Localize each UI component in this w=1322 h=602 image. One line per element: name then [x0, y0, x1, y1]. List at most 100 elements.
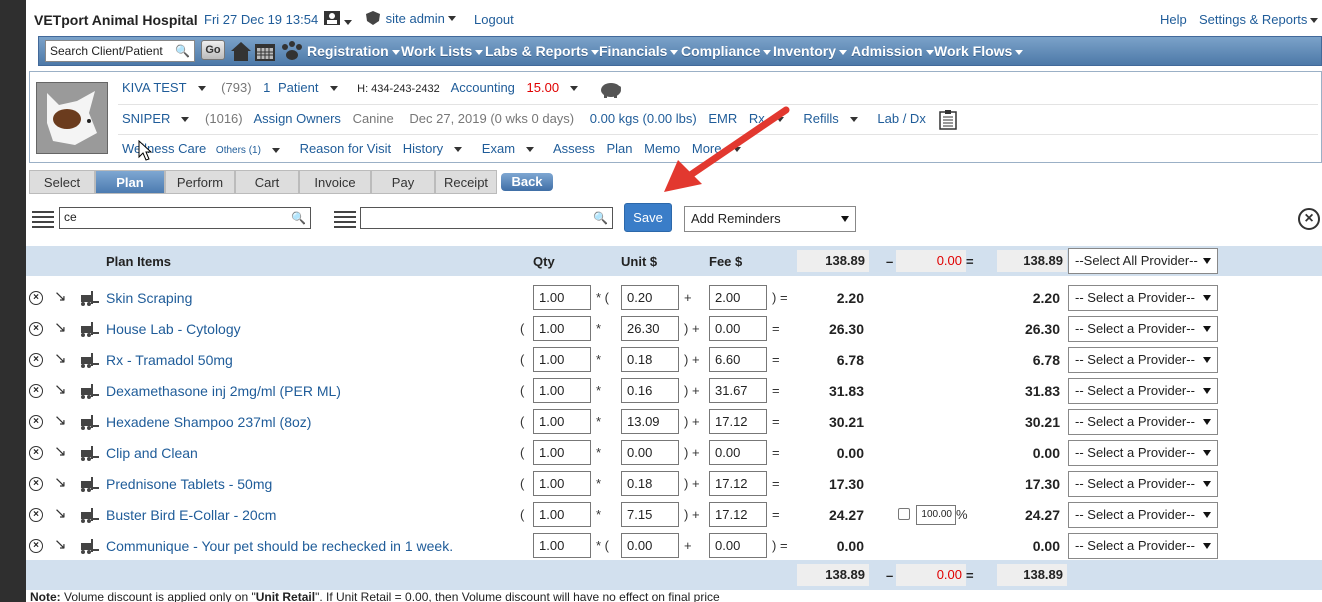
emr-link[interactable]: EMR: [708, 111, 737, 126]
search-icon[interactable]: 🔍: [593, 211, 608, 225]
qty-input[interactable]: 1.00: [533, 502, 591, 527]
arrow-down-right-icon[interactable]: ↘: [54, 444, 67, 460]
client-name-link[interactable]: KIVA TEST: [122, 80, 214, 95]
rx-menu[interactable]: Rx: [749, 111, 792, 126]
forklift-icon[interactable]: [80, 507, 100, 523]
arrow-down-right-icon[interactable]: ↘: [54, 413, 67, 429]
piggy-bank-icon[interactable]: [598, 80, 624, 98]
arrow-down-right-icon[interactable]: ↘: [54, 351, 67, 367]
add-reminders-select[interactable]: Add Reminders: [684, 206, 856, 232]
qty-input[interactable]: 1.00: [533, 316, 591, 341]
unit-price-input[interactable]: 26.30: [621, 316, 679, 341]
back-button[interactable]: Back: [501, 173, 553, 191]
fee-input[interactable]: 17.12: [709, 502, 767, 527]
remove-item-icon[interactable]: ×: [29, 322, 43, 336]
nav-compliance[interactable]: Compliance: [681, 43, 772, 59]
unit-price-input[interactable]: 0.18: [621, 347, 679, 372]
client-search-input[interactable]: Search Client/Patient 🔍: [45, 40, 195, 62]
forklift-icon[interactable]: [80, 290, 100, 306]
logout-link[interactable]: Logout: [474, 12, 514, 27]
forklift-icon[interactable]: [80, 476, 100, 492]
plan-item-name[interactable]: Prednisone Tablets - 50mg: [106, 476, 272, 492]
save-button[interactable]: Save: [624, 203, 672, 232]
qty-input[interactable]: 1.00: [533, 347, 591, 372]
step-select[interactable]: Select: [29, 170, 95, 194]
nav-work-flows[interactable]: Work Flows: [934, 43, 1024, 59]
unit-price-input[interactable]: 0.00: [621, 440, 679, 465]
fee-input[interactable]: 0.00: [709, 316, 767, 341]
step-perform[interactable]: Perform: [165, 170, 235, 194]
site-admin-menu[interactable]: site admin: [364, 10, 456, 29]
secondary-search-input[interactable]: 🔍: [360, 207, 613, 229]
arrow-down-right-icon[interactable]: ↘: [54, 506, 67, 522]
select-provider[interactable]: -- Select a Provider--: [1068, 347, 1218, 373]
fee-input[interactable]: 17.12: [709, 409, 767, 434]
fee-input[interactable]: 6.60: [709, 347, 767, 372]
clipboard-icon[interactable]: [937, 109, 959, 130]
nav-admission[interactable]: Admission: [851, 43, 934, 59]
select-provider[interactable]: -- Select a Provider--: [1068, 378, 1218, 404]
close-icon[interactable]: ×: [1298, 208, 1320, 230]
select-all-provider[interactable]: --Select All Provider--: [1068, 248, 1218, 274]
paw-icon[interactable]: [282, 41, 302, 60]
select-provider[interactable]: -- Select a Provider--: [1068, 471, 1218, 497]
forklift-icon[interactable]: [80, 383, 100, 399]
user-menu[interactable]: [323, 10, 352, 29]
unit-price-input[interactable]: 0.20: [621, 285, 679, 310]
help-link[interactable]: Help: [1160, 12, 1187, 27]
remove-item-icon[interactable]: ×: [29, 446, 43, 460]
remove-item-icon[interactable]: ×: [29, 415, 43, 429]
unit-price-input[interactable]: 0.18: [621, 471, 679, 496]
remove-item-icon[interactable]: ×: [29, 477, 43, 491]
arrow-down-right-icon[interactable]: ↘: [54, 320, 67, 336]
wellness-care-link[interactable]: Wellness Care: [122, 141, 206, 156]
fee-input[interactable]: 0.00: [709, 533, 767, 558]
unit-price-input[interactable]: 7.15: [621, 502, 679, 527]
assess-link[interactable]: Assess: [553, 141, 595, 156]
qty-input[interactable]: 1.00: [533, 409, 591, 434]
step-pay[interactable]: Pay: [371, 170, 435, 194]
remove-item-icon[interactable]: ×: [29, 508, 43, 522]
fee-input[interactable]: 17.12: [709, 471, 767, 496]
plan-item-name[interactable]: Buster Bird E-Collar - 20cm: [106, 507, 276, 523]
search-icon[interactable]: 🔍: [175, 44, 190, 58]
list-icon[interactable]: [32, 211, 54, 228]
unit-price-input[interactable]: 0.16: [621, 378, 679, 403]
remove-item-icon[interactable]: ×: [29, 353, 43, 367]
step-plan[interactable]: Plan: [95, 170, 165, 194]
select-provider[interactable]: -- Select a Provider--: [1068, 409, 1218, 435]
qty-input[interactable]: 1.00: [533, 285, 591, 310]
step-invoice[interactable]: Invoice: [299, 170, 371, 194]
exam-menu[interactable]: Exam: [482, 141, 542, 156]
arrow-down-right-icon[interactable]: ↘: [54, 382, 67, 398]
pet-weight-link[interactable]: 0.00 kgs (0.00 lbs): [590, 111, 697, 126]
plan-item-name[interactable]: Dexamethasone inj 2mg/ml (PER ML): [106, 383, 341, 399]
select-provider[interactable]: -- Select a Provider--: [1068, 316, 1218, 342]
others-menu[interactable]: Others (1): [216, 145, 288, 156]
step-cart[interactable]: Cart: [235, 170, 299, 194]
qty-input[interactable]: 1.00: [533, 440, 591, 465]
reason-for-visit-link[interactable]: Reason for Visit: [300, 141, 392, 156]
forklift-icon[interactable]: [80, 352, 100, 368]
more-menu[interactable]: More: [692, 141, 749, 156]
refills-menu[interactable]: Refills: [803, 111, 865, 126]
qty-input[interactable]: 1.00: [533, 378, 591, 403]
forklift-icon[interactable]: [80, 414, 100, 430]
unit-price-input[interactable]: 13.09: [621, 409, 679, 434]
select-provider[interactable]: -- Select a Provider--: [1068, 440, 1218, 466]
select-provider[interactable]: -- Select a Provider--: [1068, 533, 1218, 559]
plan-item-name[interactable]: Communique - Your pet should be rechecke…: [106, 538, 453, 554]
nav-labs-reports[interactable]: Labs & Reports: [485, 43, 600, 59]
unit-price-input[interactable]: 0.00: [621, 533, 679, 558]
patient-menu[interactable]: Patient: [278, 80, 345, 95]
nav-work-lists[interactable]: Work Lists: [401, 43, 484, 59]
remove-item-icon[interactable]: ×: [29, 384, 43, 398]
go-button[interactable]: Go: [201, 40, 225, 60]
arrow-down-right-icon[interactable]: ↘: [54, 537, 67, 553]
fee-input[interactable]: 31.67: [709, 378, 767, 403]
qty-input[interactable]: 1.00: [533, 471, 591, 496]
step-receipt[interactable]: Receipt: [435, 170, 497, 194]
plan-item-name[interactable]: Skin Scraping: [106, 290, 192, 306]
arrow-down-right-icon[interactable]: ↘: [54, 475, 67, 491]
plan-item-name[interactable]: Hexadene Shampoo 237ml (8oz): [106, 414, 311, 430]
